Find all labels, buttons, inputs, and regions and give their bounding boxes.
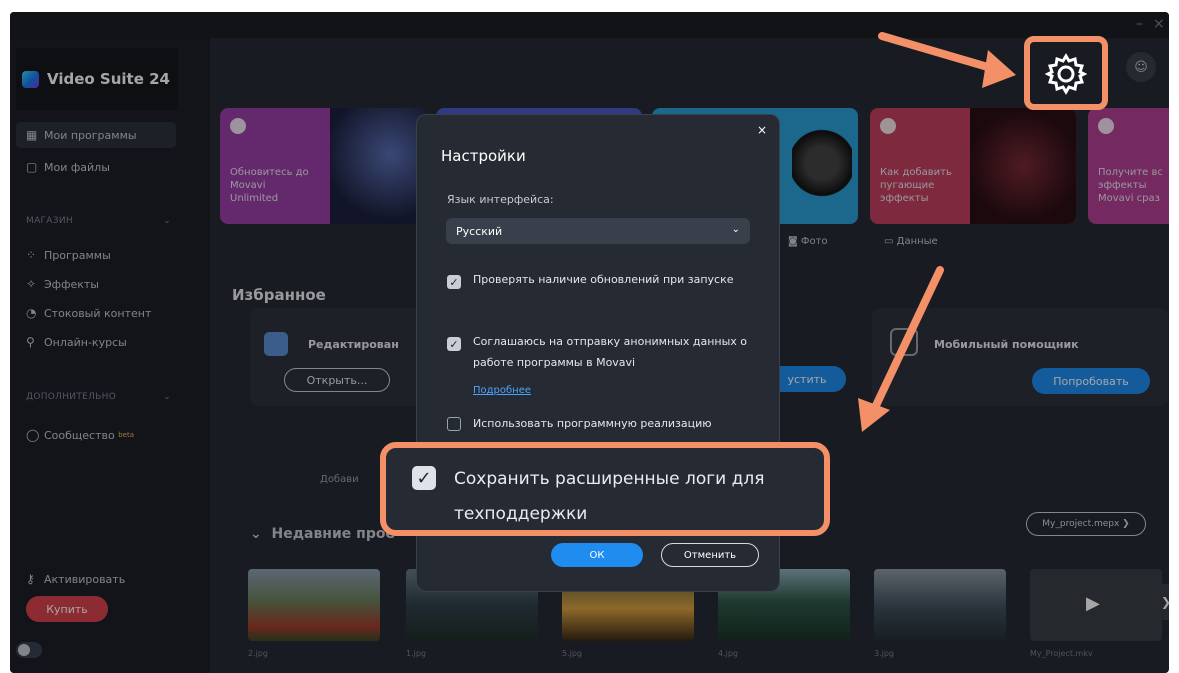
annotation-arrows (858, 32, 1016, 432)
arrow-to-gear (878, 32, 1002, 74)
arrow-to-callout (868, 266, 944, 418)
arrowhead-gear-icon (982, 50, 1016, 88)
app-window: – × Video Suite 24 ▦ Мои программы ▢ Мои ф… (10, 12, 1169, 673)
